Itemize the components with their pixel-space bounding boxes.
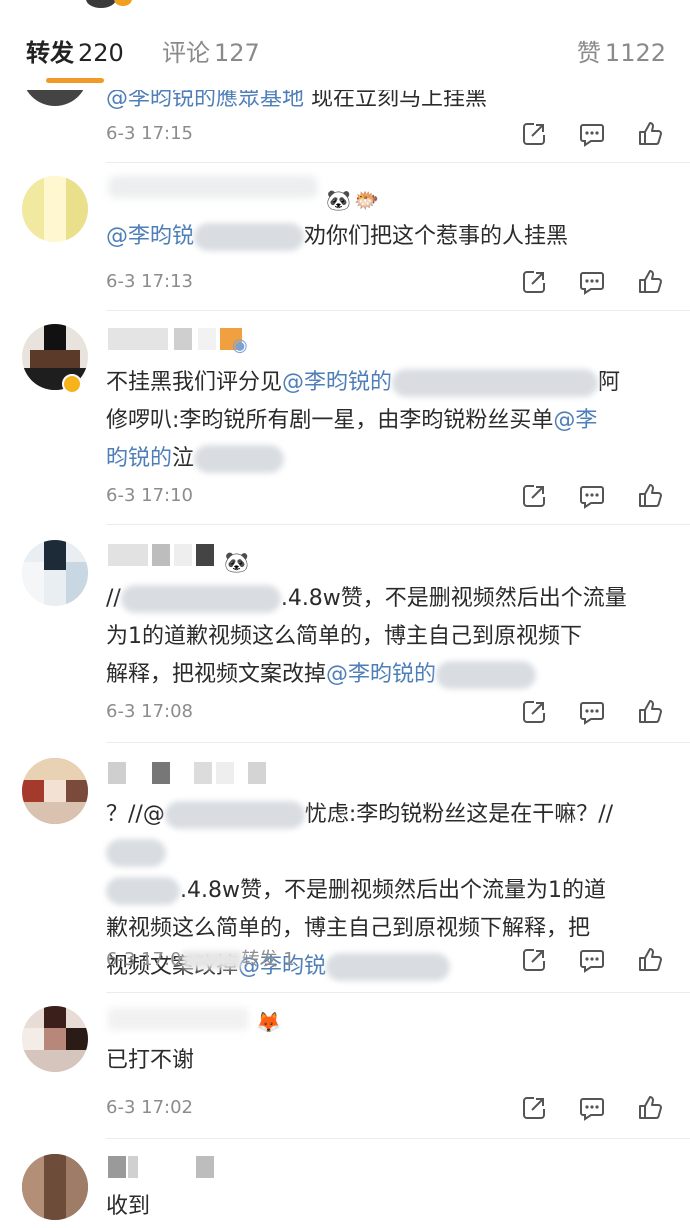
action-bar: [520, 946, 664, 974]
action-bar: [520, 268, 664, 296]
tab-forward[interactable]: 转发 220: [26, 38, 124, 68]
share-icon[interactable]: [520, 482, 548, 510]
comment-icon[interactable]: [578, 946, 606, 974]
comment-text: ？//@: [106, 802, 165, 827]
tab-forward-count: 220: [78, 39, 124, 67]
share-icon[interactable]: [520, 268, 548, 296]
verified-badge-icon: [62, 374, 82, 394]
timestamp: 6-3 17:02: [106, 1097, 193, 1118]
comment-text: 修啰叭:李昀锐所有剧一星，由李昀锐粉丝买单: [106, 408, 554, 433]
comment-text: 为1的道歉视频这么简单的，博主自己到原视频下: [106, 624, 582, 649]
comment-text: 忧虑:李昀锐粉丝这是在干嘛？//: [304, 802, 614, 827]
avatar[interactable]: [22, 1154, 88, 1220]
thumbs-up-icon[interactable]: [636, 946, 664, 974]
tab-comment[interactable]: 评论 127: [162, 38, 260, 68]
comment-text: 歉视频这么简单的，博主自己到原视频下解释，把: [106, 916, 591, 941]
timestamp-row: 6-3 17:0 转发 1: [106, 948, 295, 972]
tab-like[interactable]: 赞 1122: [577, 38, 666, 68]
thumbs-up-icon[interactable]: [636, 120, 664, 148]
action-bar: [520, 1094, 664, 1122]
forward-count[interactable]: 转发 1: [242, 949, 295, 970]
comment-text: .4.8w赞，不是删视频然后出个流量: [280, 586, 627, 611]
mention-link[interactable]: 昀锐的: [106, 446, 172, 471]
divider: [106, 524, 690, 525]
avatar[interactable]: [22, 1006, 88, 1072]
avatar[interactable]: [22, 758, 88, 824]
comment-text: 收到: [106, 1194, 151, 1219]
partial-avatar: [86, 0, 146, 12]
mention-link[interactable]: @李: [553, 408, 597, 433]
share-icon[interactable]: [520, 120, 548, 148]
timestamp: 6-3 17:08: [106, 701, 193, 722]
username-blurred[interactable]: [108, 328, 248, 354]
share-icon[interactable]: [520, 698, 548, 726]
username-blurred[interactable]: [108, 1156, 228, 1182]
thumbs-up-icon[interactable]: [636, 268, 664, 296]
username-blurred[interactable]: [108, 1008, 258, 1034]
tab-comment-count: 127: [214, 39, 260, 67]
divider: [106, 992, 690, 993]
tab-comment-label: 评论: [162, 39, 210, 67]
username-blurred[interactable]: [108, 762, 278, 788]
mention-link[interactable]: @李昀锐的: [326, 662, 436, 687]
mention-link[interactable]: @李昀锐的: [282, 370, 392, 395]
divider: [106, 742, 690, 743]
comment-text: 已打不谢: [106, 1048, 195, 1073]
badge-icon: ◉: [232, 335, 248, 356]
panda-icon: 🐼: [224, 550, 249, 574]
avatar[interactable]: [22, 176, 88, 242]
comment-text: 劝你们把这个惹事的人挂黑: [304, 224, 569, 249]
timestamp: 6-3 17:10: [106, 485, 193, 506]
comment-icon[interactable]: [578, 482, 606, 510]
tab-bar: 转发 220 评论 127 赞 1122: [0, 28, 690, 90]
comment-content: @李昀锐 劝你们把这个惹事的人挂黑: [106, 218, 666, 256]
tab-like-label: 赞: [576, 39, 601, 67]
comment-text: 泣: [172, 446, 195, 471]
comment-text: .4.8w赞，不是删视频然后出个流量为1的道: [180, 878, 606, 903]
comment-content: 已打不谢: [106, 1042, 666, 1080]
comment-content: 不挂黑我们评分见@李昀锐的 阿 修啰叭:李昀锐所有剧一星，由李昀锐粉丝买单@李 昀…: [106, 364, 666, 478]
comment-content: // .4.8w赞，不是删视频然后出个流量 为1的道歉视频这么简单的，博主自己到原…: [106, 580, 666, 694]
action-bar: [520, 482, 664, 510]
comment-text: 解释，把视频文案改掉: [106, 662, 327, 687]
fox-icon: 🦊: [256, 1010, 281, 1034]
comment-icon[interactable]: [578, 268, 606, 296]
comment-text: 阿: [598, 370, 621, 395]
divider: [106, 1138, 690, 1139]
tab-like-count: 1122: [604, 39, 666, 67]
fish-icon: 🐡: [354, 188, 379, 212]
action-bar: [520, 120, 664, 148]
action-bar: [520, 698, 664, 726]
tab-forward-label: 转发: [26, 39, 74, 67]
thumbs-up-icon[interactable]: [636, 482, 664, 510]
thumbs-up-icon[interactable]: [636, 1094, 664, 1122]
avatar[interactable]: [22, 540, 88, 606]
timestamp: 6-3 17:15: [106, 123, 193, 144]
comment-icon[interactable]: [578, 120, 606, 148]
comment-content: 收到: [106, 1188, 666, 1226]
timestamp: 6-3 17:0: [106, 949, 182, 970]
mention-link[interactable]: @李昀锐: [106, 224, 194, 249]
timestamp: 6-3 17:13: [106, 271, 193, 292]
comment-icon[interactable]: [578, 698, 606, 726]
comment-text: //: [106, 586, 121, 611]
badge-icon: 🐼: [326, 188, 351, 212]
divider: [106, 162, 690, 163]
thumbs-up-icon[interactable]: [636, 698, 664, 726]
share-icon[interactable]: [520, 1094, 548, 1122]
active-tab-indicator: [46, 78, 104, 83]
share-icon[interactable]: [520, 946, 548, 974]
comment-icon[interactable]: [578, 1094, 606, 1122]
comment-text: 不挂黑我们评分见: [106, 370, 283, 395]
divider: [106, 310, 690, 311]
